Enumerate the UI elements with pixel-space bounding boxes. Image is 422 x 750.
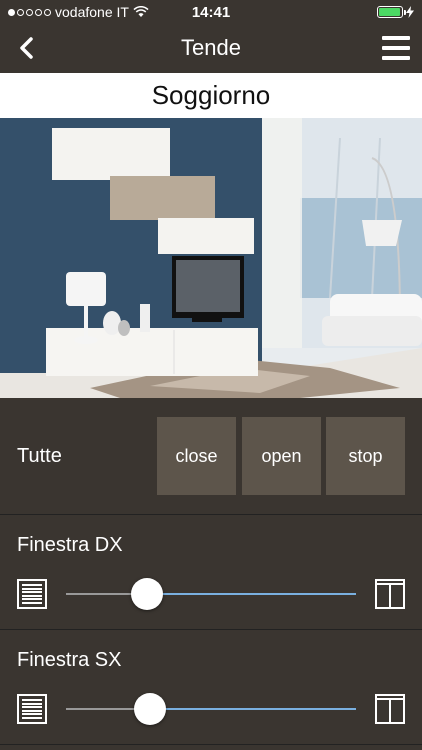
room-header: Soggiorno	[0, 73, 422, 118]
back-button[interactable]	[12, 34, 40, 62]
page-title: Tende	[181, 35, 241, 60]
blind-control-sx: Finestra SX	[0, 630, 422, 745]
status-bar: vodafone IT 14:41	[0, 0, 422, 24]
status-right	[377, 6, 414, 18]
blind-open-icon[interactable]	[375, 694, 405, 724]
charging-icon	[406, 6, 414, 18]
close-all-button[interactable]: close	[157, 417, 236, 495]
hamburger-menu-icon	[382, 36, 410, 40]
blind-position-slider[interactable]	[66, 693, 356, 725]
battery-icon	[377, 6, 406, 18]
menu-button[interactable]	[382, 34, 410, 62]
blind-closed-icon[interactable]	[17, 579, 47, 609]
open-all-button[interactable]: open	[242, 417, 321, 495]
status-left: vodafone IT	[8, 4, 149, 20]
slider-thumb[interactable]	[131, 578, 164, 610]
room-name: Soggiorno	[151, 80, 271, 110]
signal-strength-icon	[8, 8, 51, 16]
blind-label: Finestra DX	[17, 534, 123, 556]
blind-control-dx: Finestra DX	[0, 515, 422, 630]
stop-all-button[interactable]: stop	[326, 417, 405, 495]
blind-open-icon[interactable]	[375, 579, 405, 609]
status-time: 14:41	[191, 3, 231, 21]
blind-closed-icon[interactable]	[17, 694, 47, 724]
blind-position-slider[interactable]	[66, 578, 356, 610]
wifi-icon	[133, 6, 149, 17]
blind-label: Finestra SX	[17, 649, 122, 671]
nav-bar: Tende	[0, 24, 422, 72]
chevron-left-icon	[20, 37, 33, 59]
carrier-name: vodafone IT	[55, 4, 129, 20]
slider-thumb[interactable]	[134, 693, 167, 725]
all-blinds-label: Tutte	[17, 444, 62, 467]
all-blinds-row: Tutte close open stop	[0, 398, 422, 515]
room-photo	[0, 118, 422, 398]
